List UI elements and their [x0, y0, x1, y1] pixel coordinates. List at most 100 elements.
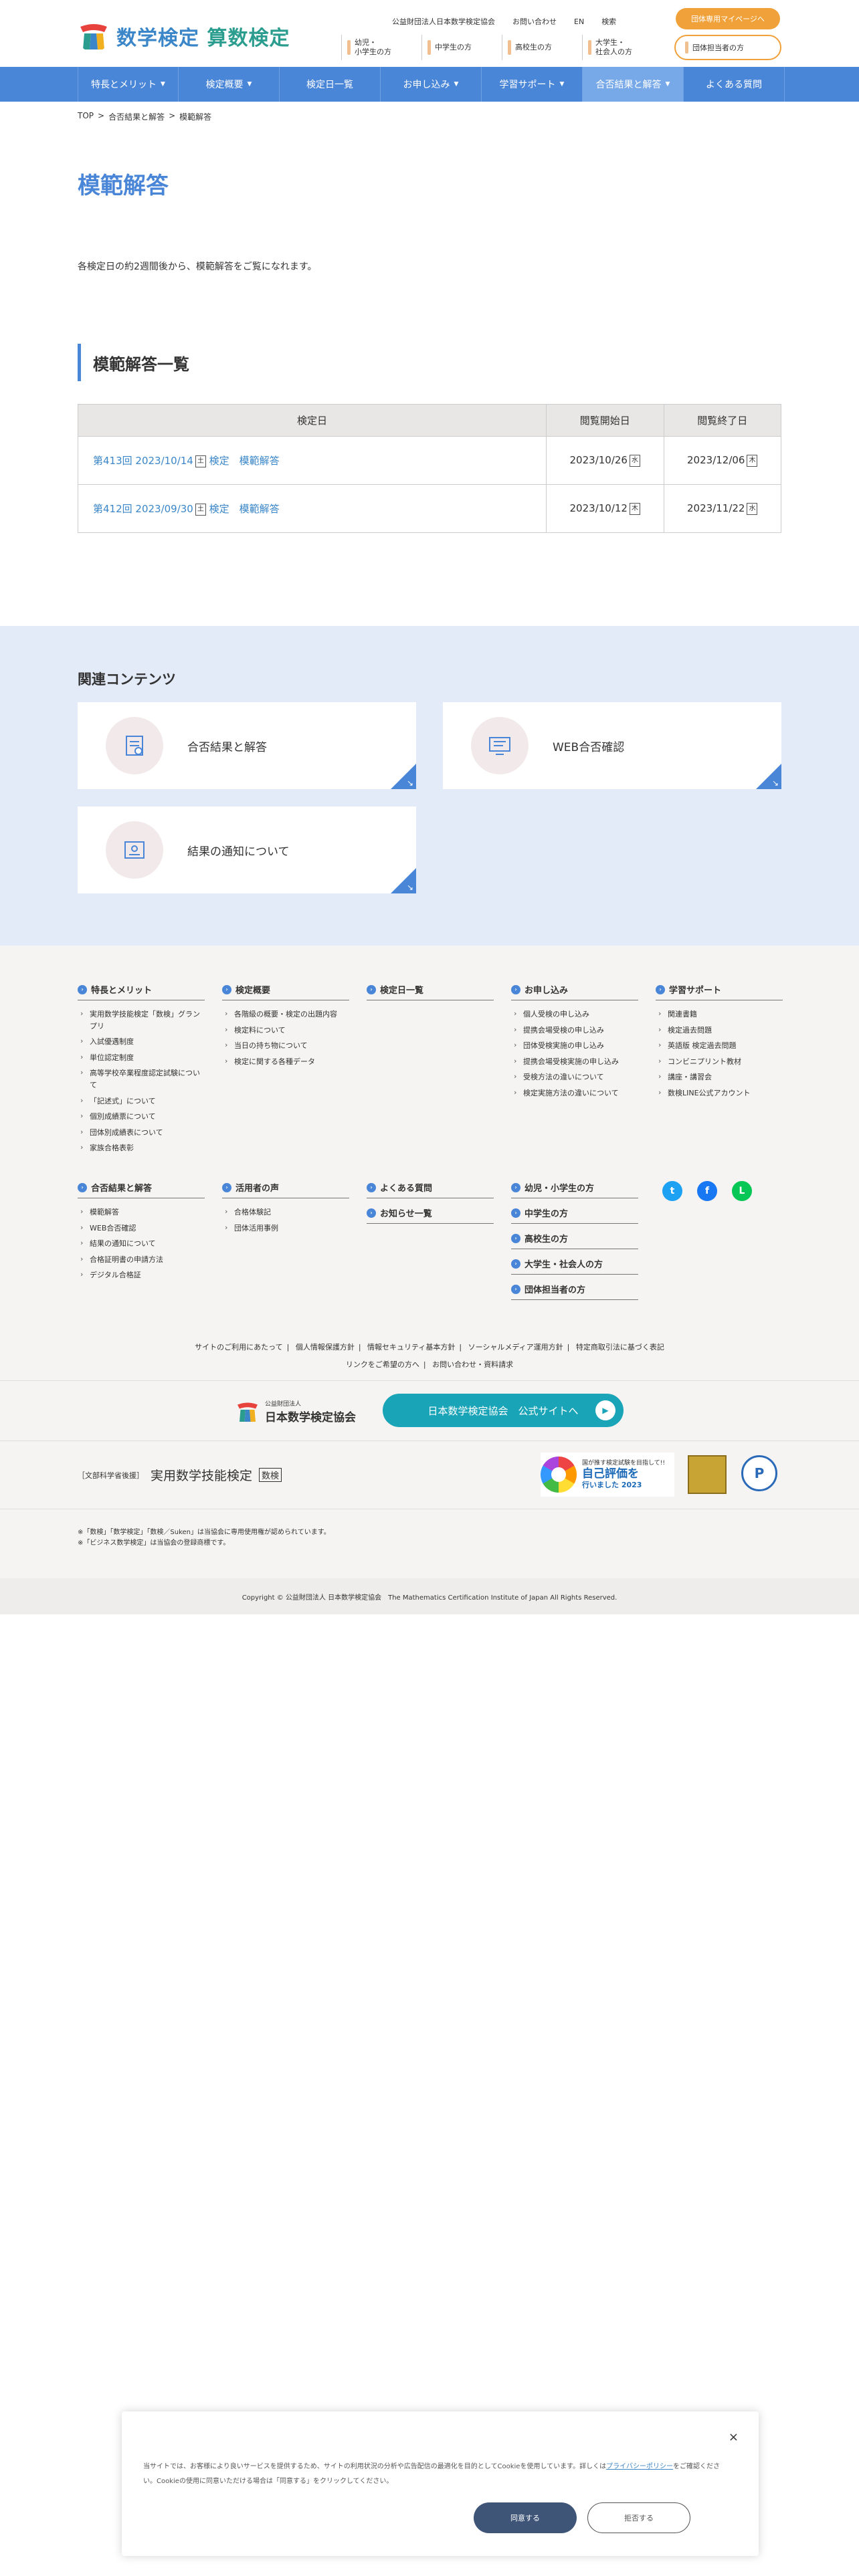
official-site-button[interactable]: 日本数学検定協会 公式サイトへ ▶	[383, 1394, 624, 1427]
footer-policy-link[interactable]: リンクをご希望の方へ	[346, 1360, 419, 1369]
footer-column-apply: › お申し込み 個人受検の申し込み 提携会場受検の申し込み 団体受検実施の申し込み…	[511, 983, 638, 1103]
footer-policy-link[interactable]: 個人情報保護方針	[296, 1343, 355, 1352]
footer-link[interactable]: 英語版 検定過去問題	[656, 1039, 783, 1052]
footer-link[interactable]: 入試優遇制度	[78, 1035, 205, 1048]
footer-link[interactable]: 提携会場受検の申し込み	[511, 1024, 638, 1037]
audience-links: 幼児・ 小学生の方 中学生の方 高校生の方 大学生・ 社会人の方	[341, 35, 662, 60]
cookie-accept-button[interactable]: 同意する	[474, 2502, 577, 2533]
audience-link-elementary[interactable]: 幼児・ 小学生の方	[341, 35, 421, 60]
footer-link[interactable]: デジタル合格証	[78, 1269, 205, 1281]
footer-heading[interactable]: › 検定日一覧	[367, 983, 494, 1000]
footer-link[interactable]: 団体別成績表について	[78, 1126, 205, 1139]
footer-link[interactable]: 模範解答	[78, 1206, 205, 1218]
footer-link[interactable]: コンビニプリント教材	[656, 1055, 783, 1068]
privacy-mark-icon[interactable]: P	[741, 1455, 777, 1491]
site-logo[interactable]: 数学検定 算数検定	[78, 20, 290, 52]
nav-schedule[interactable]: 検定日一覧	[280, 67, 381, 102]
footer-link[interactable]: 個人受検の申し込み	[511, 1008, 638, 1021]
footer-link[interactable]: 合格証明書の申請方法	[78, 1253, 205, 1266]
footer-heading[interactable]: › 特長とメリット	[78, 983, 205, 1000]
self-evaluation-badge[interactable]: 国が推す検定試験を目指して!! 自己評価を 行いました 2023	[541, 1453, 674, 1497]
footer-policy-link[interactable]: お問い合わせ・資料請求	[432, 1360, 513, 1369]
footer-link[interactable]: 関連書籍	[656, 1008, 783, 1021]
day-mark-icon: 水	[747, 502, 758, 515]
footer-link[interactable]: 合格体験記	[222, 1206, 349, 1218]
gold-certification-icon[interactable]	[688, 1455, 727, 1494]
footer-link[interactable]: 受検方法の違いについて	[511, 1071, 638, 1083]
footer-link[interactable]: WEB合否確認	[78, 1222, 205, 1235]
nav-label: 合否結果と解答	[595, 80, 662, 90]
breadcrumb-top[interactable]: TOP	[78, 111, 94, 122]
nav-apply[interactable]: お申し込み ▼	[381, 67, 482, 102]
footer-heading[interactable]: › 幼児・小学生の方	[511, 1181, 638, 1198]
nav-features[interactable]: 特長とメリット ▼	[78, 67, 179, 102]
nav-overview[interactable]: 検定概要 ▼	[179, 67, 280, 102]
footer-heading[interactable]: › 合否結果と解答	[78, 1181, 205, 1198]
footer-link[interactable]: 「記述式」について	[78, 1095, 205, 1107]
footer-link[interactable]: 検定に関する各種データ	[222, 1055, 349, 1068]
group-contact-button[interactable]: 団体担当者の方	[674, 35, 781, 60]
top-link-search[interactable]: 検索	[601, 16, 616, 27]
footer-heading[interactable]: › 高校生の方	[511, 1232, 638, 1249]
footer-link[interactable]: 個別成績票について	[78, 1110, 205, 1123]
related-card-notification[interactable]: 結果の通知について ↘	[78, 807, 416, 893]
twitter-icon[interactable]: t	[662, 1181, 682, 1201]
footer-link[interactable]: 講座・講習会	[656, 1071, 783, 1083]
footer-policy-link[interactable]: ソーシャルメディア運用方針	[468, 1343, 563, 1352]
footer-heading[interactable]: › 団体担当者の方	[511, 1283, 638, 1300]
footer-policy-link[interactable]: サイトのご利用にあたって	[195, 1343, 282, 1352]
footer-heading[interactable]: › 活用者の声	[222, 1181, 349, 1198]
association-logo[interactable]: 公益財団法人 日本数学検定協会	[235, 1399, 356, 1424]
footer-heading[interactable]: › 大学生・社会人の方	[511, 1257, 638, 1275]
separator: |	[567, 1343, 570, 1352]
footer-heading[interactable]: › お知らせ一覧	[367, 1206, 494, 1224]
footer-policy-link[interactable]: 情報セキュリティ基本方針	[367, 1343, 455, 1352]
footer-link[interactable]: 検定料について	[222, 1024, 349, 1037]
breadcrumb-separator: >	[98, 111, 105, 120]
footer-heading[interactable]: › 中学生の方	[511, 1206, 638, 1224]
footer-link[interactable]: 検定過去問題	[656, 1024, 783, 1037]
group-mypage-button[interactable]: 団体専用マイページへ	[676, 8, 780, 29]
footer-heading[interactable]: › 学習サポート	[656, 983, 783, 1000]
footer-link[interactable]: 団体受検実施の申し込み	[511, 1039, 638, 1052]
close-icon[interactable]: ×	[729, 2430, 739, 2444]
arrow-circle-icon: ›	[511, 1284, 520, 1294]
footer-link[interactable]: 高等学校卒業程度認定試験について	[78, 1067, 205, 1091]
line-icon[interactable]: L	[732, 1181, 752, 1201]
audience-link-high-school[interactable]: 高校生の方	[502, 35, 582, 60]
nav-results[interactable]: 合否結果と解答 ▼	[583, 67, 684, 102]
related-card-web-check[interactable]: WEB合否確認 ↘	[443, 702, 781, 789]
top-link-contact[interactable]: お問い合わせ	[512, 16, 557, 27]
facebook-icon[interactable]: f	[697, 1181, 717, 1201]
footer-heading[interactable]: › お申し込み	[511, 983, 638, 1000]
cookie-reject-button[interactable]: 拒否する	[587, 2502, 690, 2533]
audience-link-adult[interactable]: 大学生・ 社会人の方	[582, 35, 662, 60]
breadcrumb-results[interactable]: 合否結果と解答	[108, 111, 165, 122]
footer-link[interactable]: 結果の通知について	[78, 1237, 205, 1250]
divider	[0, 1380, 859, 1381]
audience-link-junior-high[interactable]: 中学生の方	[421, 35, 502, 60]
footer-policy-link[interactable]: 特定商取引法に基づく表記	[576, 1343, 664, 1352]
footer-link[interactable]: 団体活用事例	[222, 1222, 349, 1235]
footer-link[interactable]: 単位認定制度	[78, 1051, 205, 1064]
answer-link-cell[interactable]: 第412回 2023/09/30 土 検定 模範解答	[78, 484, 547, 533]
top-link-association[interactable]: 公益財団法人日本数学検定協会	[392, 16, 495, 27]
footer-link[interactable]: 各階級の概要・検定の出題内容	[222, 1008, 349, 1021]
privacy-policy-link[interactable]: プライバシーポリシー	[606, 2463, 673, 2470]
audience-marker-icon	[588, 40, 591, 55]
footer-heading[interactable]: › よくある質問	[367, 1181, 494, 1198]
top-link-english[interactable]: EN	[574, 17, 584, 26]
answer-link-date: 第412回 2023/09/30	[93, 503, 193, 515]
separator: |	[286, 1343, 290, 1352]
nav-study-support[interactable]: 学習サポート ▼	[482, 67, 583, 102]
nav-faq[interactable]: よくある質問	[684, 67, 785, 102]
footer-link[interactable]: 数検LINE公式アカウント	[656, 1087, 783, 1099]
footer-link[interactable]: 当日の持ち物について	[222, 1039, 349, 1052]
footer-link[interactable]: 実用数学技能検定「数検」グランプリ	[78, 1008, 205, 1032]
footer-link[interactable]: 家族合格表彰	[78, 1142, 205, 1154]
footer-link[interactable]: 提携会場受検実施の申し込み	[511, 1055, 638, 1068]
answer-link-cell[interactable]: 第413回 2023/10/14 土 検定 模範解答	[78, 436, 547, 485]
footer-heading[interactable]: › 検定概要	[222, 983, 349, 1000]
footer-link[interactable]: 検定実施方法の違いについて	[511, 1087, 638, 1099]
related-card-results[interactable]: 合否結果と解答 ↘	[78, 702, 416, 789]
